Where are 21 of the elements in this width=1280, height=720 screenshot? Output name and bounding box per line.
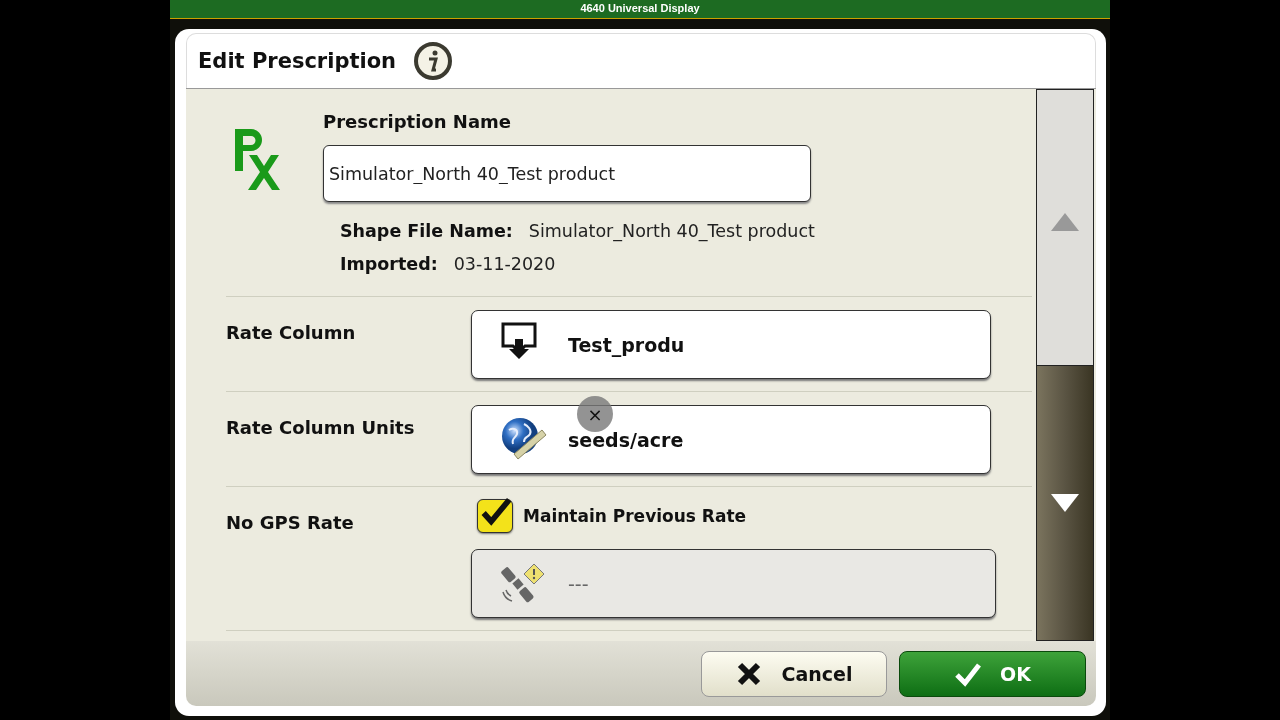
down-arrow-icon <box>1051 493 1079 512</box>
row-label: Rate Column Units <box>226 416 416 440</box>
scroll-up-button[interactable] <box>1037 90 1093 366</box>
detail-label: Imported: <box>340 254 438 274</box>
cancel-button[interactable]: Cancel <box>701 650 887 697</box>
dialog-title: Edit Prescription <box>198 49 397 73</box>
name-field[interactable]: Simulator_North 40_Test product <box>323 145 811 202</box>
field-label: Prescription Name <box>323 111 512 132</box>
checkbox-label: Maintain Previous Rate <box>523 506 747 526</box>
display-title: 4640 Universal Display <box>170 0 1110 19</box>
select-button[interactable]: Test_produ <box>471 310 991 379</box>
up-arrow-icon <box>1051 213 1079 232</box>
checkbox[interactable] <box>477 499 513 533</box>
row-label: No GPS Rate <box>226 511 355 535</box>
info-icon <box>414 42 453 80</box>
detail-value: Simulator_North 40_Test product <box>528 221 815 241</box>
detail-label: Shape File Name: <box>340 221 513 241</box>
scroll-down-button[interactable] <box>1037 365 1093 640</box>
detail-value: 03-11-2020 <box>453 254 556 274</box>
ok-button[interactable]: OK <box>899 650 1086 697</box>
row-label: Rate Column <box>226 321 357 345</box>
